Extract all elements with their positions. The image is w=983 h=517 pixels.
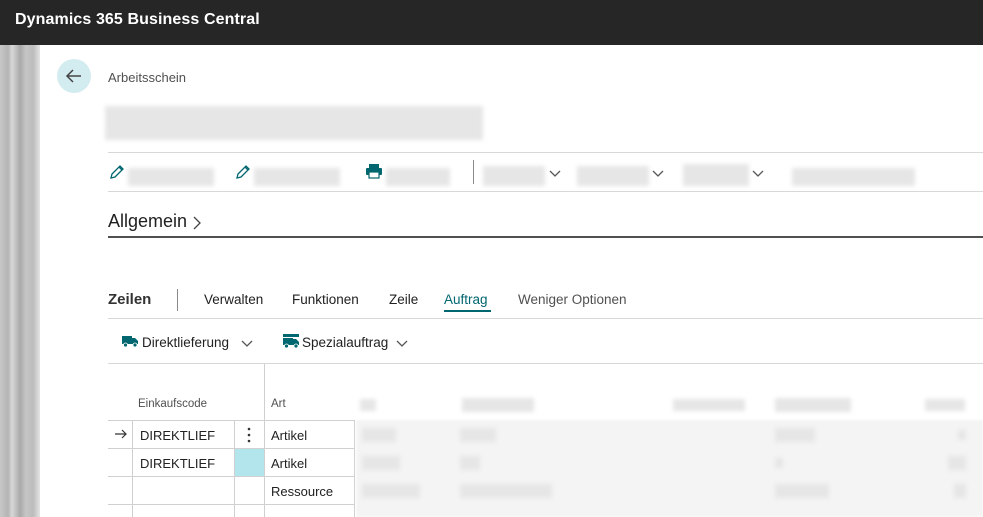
cell-art[interactable]: Ressource — [271, 484, 333, 499]
grid-header-rule — [108, 420, 354, 421]
record-title-blurred — [105, 106, 483, 140]
chevron-down-icon[interactable] — [548, 168, 562, 178]
tab-fewer-options[interactable]: Weniger Optionen — [518, 292, 627, 307]
cell-blurred[interactable] — [460, 484, 552, 498]
action-menu2-blurred[interactable] — [577, 166, 649, 186]
lines-tabs-rule — [108, 318, 983, 319]
selected-cell[interactable] — [235, 449, 264, 476]
action-spezialauftrag[interactable]: Spezialauftrag — [302, 335, 388, 350]
pencil-icon[interactable] — [108, 163, 126, 181]
cell-einkaufscode[interactable]: DIREKTLIEF — [140, 456, 215, 471]
truck-list-icon[interactable] — [282, 333, 300, 349]
column-header-blurred[interactable] — [462, 398, 534, 412]
column-header-blurred[interactable] — [673, 399, 745, 411]
cell-blurred[interactable] — [775, 484, 829, 498]
lines-title-separator — [177, 289, 178, 311]
actionbar-bottom-rule — [108, 191, 983, 192]
section-general-rule — [108, 236, 983, 238]
cell-blurred[interactable] — [948, 456, 966, 470]
chevron-down-icon[interactable] — [751, 168, 765, 178]
tab-funktionen[interactable]: Funktionen — [292, 292, 359, 307]
cell-blurred[interactable] — [362, 428, 396, 442]
action-direktlieferung[interactable]: Direktlieferung — [142, 335, 229, 350]
cell-blurred[interactable] — [460, 428, 496, 442]
column-header-blurred[interactable] — [360, 399, 376, 411]
cell-blurred[interactable] — [775, 428, 815, 442]
cell-art[interactable]: Artikel — [271, 456, 307, 471]
cell-blurred[interactable] — [954, 484, 966, 498]
lines-title: Zeilen — [108, 291, 152, 308]
lines-actions-rule — [108, 363, 983, 364]
grid-frozen-divider — [264, 364, 265, 517]
pencil-icon[interactable] — [234, 163, 252, 181]
cell-blurred[interactable] — [775, 458, 783, 468]
arrow-left-icon — [65, 69, 81, 83]
tab-auftrag-underline — [444, 310, 491, 312]
tab-zeile[interactable]: Zeile — [389, 292, 418, 307]
cell-einkaufscode[interactable]: DIREKTLIEF — [140, 428, 215, 443]
chevron-right-icon[interactable] — [192, 215, 202, 231]
grid-row-rule — [108, 476, 354, 477]
action-print-blurred[interactable] — [386, 168, 450, 186]
grid-col-rule — [132, 420, 133, 517]
side-backdrop — [0, 45, 40, 517]
grid-row-rule — [108, 504, 354, 505]
column-header-blurred[interactable] — [775, 398, 851, 412]
app-title: Dynamics 365 Business Central — [15, 11, 260, 28]
back-button[interactable] — [57, 59, 91, 93]
actionbar-top-rule — [108, 152, 983, 153]
chevron-down-icon[interactable] — [651, 168, 665, 178]
tab-verwalten[interactable]: Verwalten — [204, 292, 263, 307]
section-general-title[interactable]: Allgemein — [108, 211, 187, 232]
chevron-down-icon[interactable] — [240, 338, 254, 348]
column-header-einkaufscode[interactable]: Einkaufscode — [138, 398, 207, 410]
column-header-art[interactable]: Art — [271, 398, 286, 410]
cell-blurred[interactable] — [460, 456, 480, 470]
vertical-ellipsis-icon[interactable] — [245, 426, 253, 444]
tab-auftrag[interactable]: Auftrag — [444, 292, 488, 307]
grid-col-rule — [354, 420, 355, 517]
cell-blurred[interactable] — [362, 456, 400, 470]
grid-cells-blurred — [356, 420, 983, 517]
chevron-down-icon[interactable] — [395, 338, 409, 348]
arrow-right-icon — [115, 429, 127, 439]
breadcrumb: Arbeitsschein — [108, 70, 187, 85]
action-edit2-blurred[interactable] — [254, 168, 340, 186]
column-header-blurred[interactable] — [925, 399, 965, 411]
action-menu3-blurred[interactable] — [683, 164, 749, 186]
cell-art[interactable]: Artikel — [271, 428, 307, 443]
app-header-bar: Dynamics 365 Business Central — [0, 0, 983, 45]
action-edit-blurred[interactable] — [128, 168, 214, 186]
cell-blurred[interactable] — [958, 430, 966, 440]
actionbar-separator — [473, 160, 474, 184]
truck-icon[interactable] — [121, 334, 139, 348]
action-menu1-blurred[interactable] — [483, 166, 545, 186]
grid-row-rule — [108, 448, 354, 449]
cell-blurred[interactable] — [362, 484, 420, 498]
action-more-blurred[interactable] — [792, 168, 915, 186]
printer-icon[interactable] — [364, 162, 384, 180]
